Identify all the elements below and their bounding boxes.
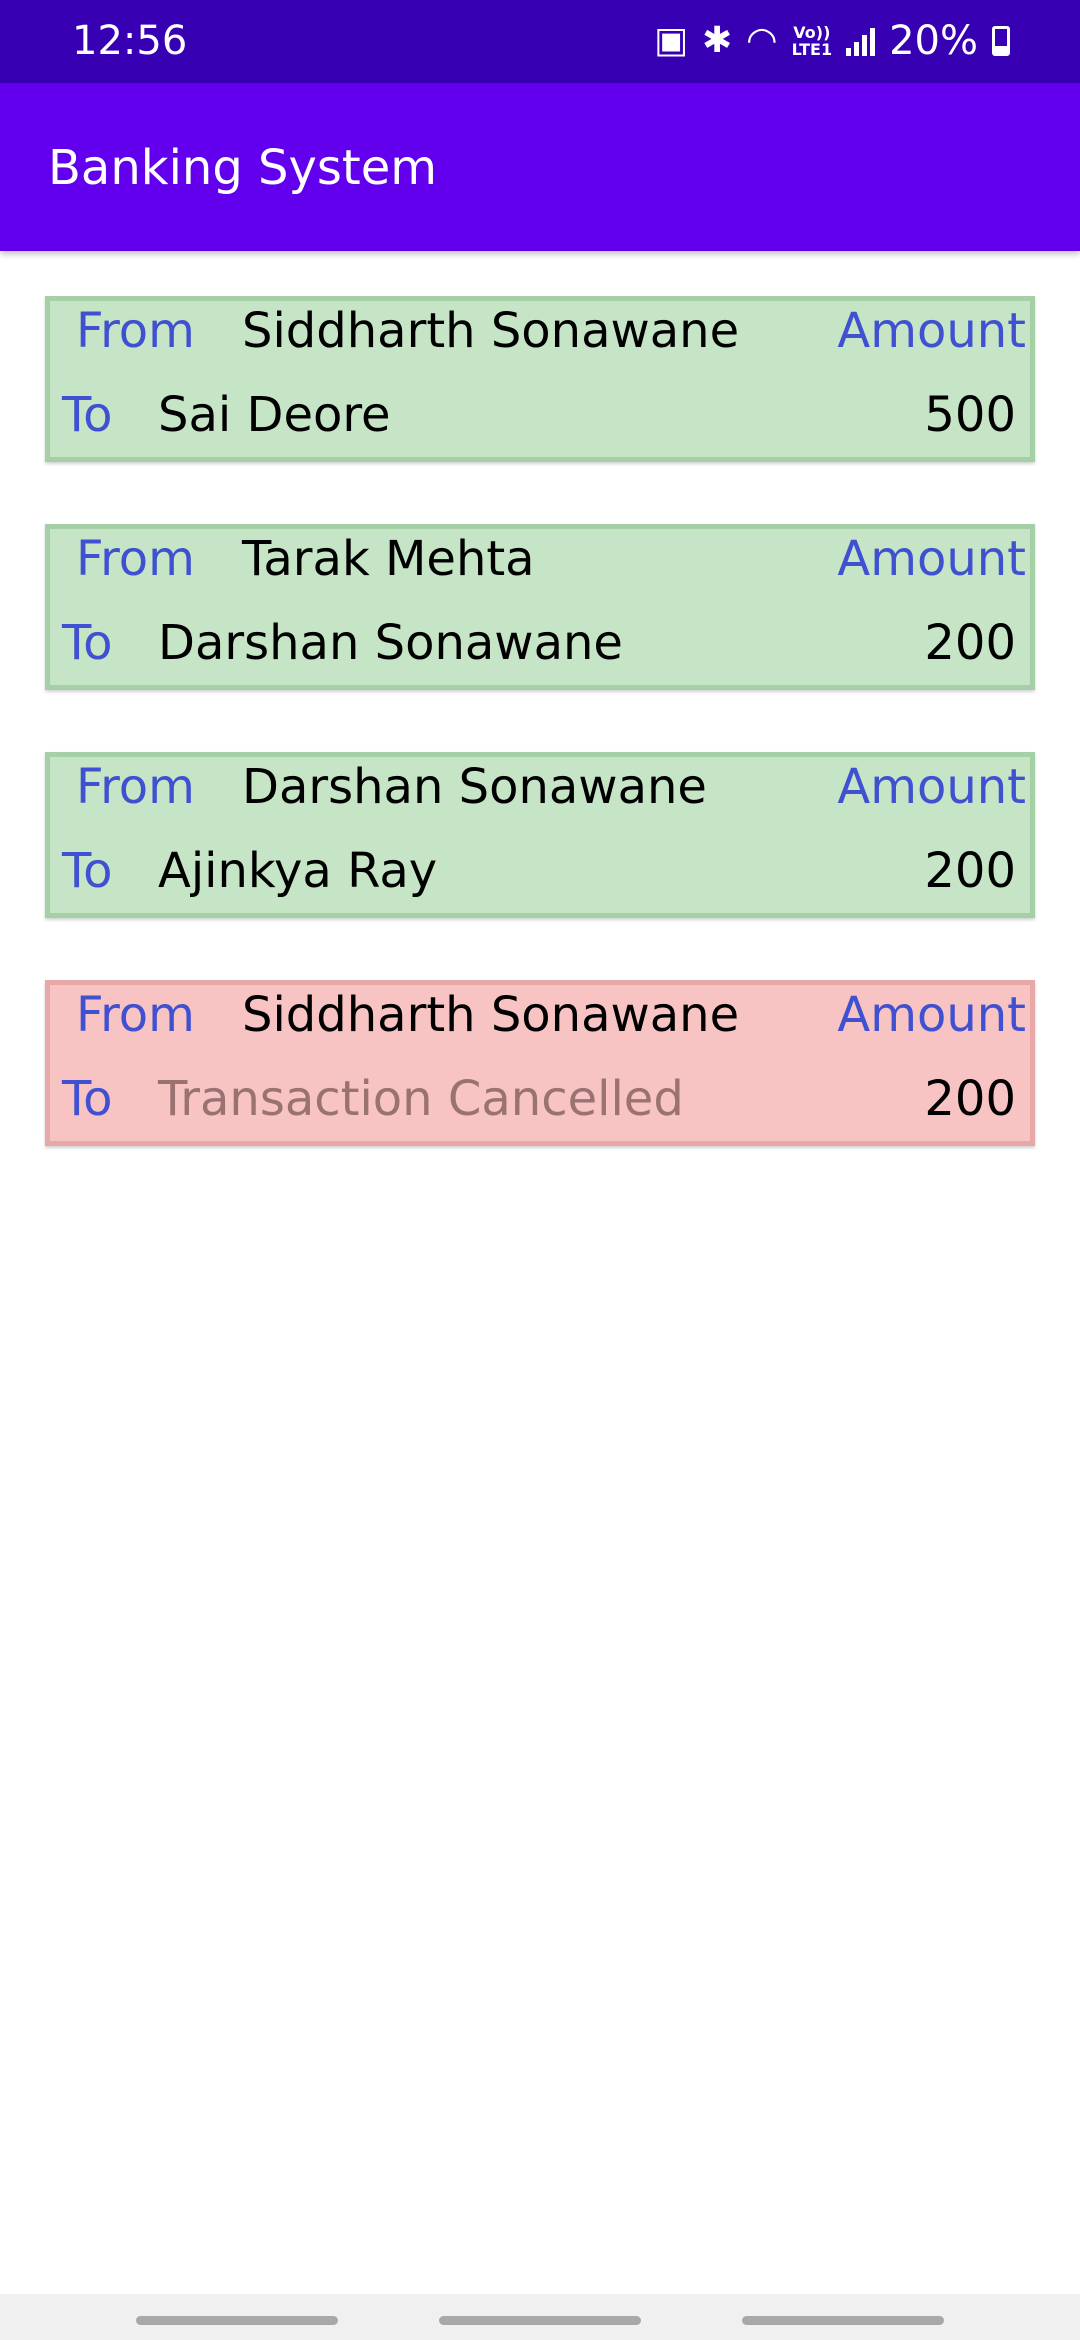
from-name: Siddharth Sonawane	[242, 303, 740, 359]
app-bar: Banking System	[0, 83, 1080, 251]
bluetooth-icon: ✱	[701, 20, 733, 61]
battery-percent: 20%	[889, 18, 978, 64]
amount-label: Amount	[837, 759, 1026, 815]
sim-icon: ▣	[653, 20, 688, 61]
to-name: Ajinkya Ray	[158, 843, 438, 899]
amount-label: Amount	[837, 987, 1026, 1043]
transaction-card[interactable]: From Tarak Mehta Amount To Darshan Sonaw…	[45, 524, 1035, 690]
wifi-icon: ◠	[746, 20, 778, 61]
cancelled-status-text: Transaction Cancelled	[158, 1071, 684, 1127]
from-name: Darshan Sonawane	[242, 759, 707, 815]
from-label: From	[76, 531, 195, 587]
from-name: Tarak Mehta	[242, 531, 535, 587]
volte-icon: Vo)) LTE1	[791, 23, 833, 59]
amount-value: 200	[924, 1071, 1016, 1127]
signal-icon	[846, 26, 876, 56]
from-label: From	[76, 759, 195, 815]
to-label: To	[62, 1071, 113, 1127]
amount-value: 200	[924, 843, 1016, 899]
transaction-card[interactable]: From Darshan Sonawane Amount To Ajinkya …	[45, 752, 1035, 918]
amount-value: 500	[924, 387, 1016, 443]
from-label: From	[76, 303, 195, 359]
from-label: From	[76, 987, 195, 1043]
transaction-card[interactable]: From Siddharth Sonawane Amount To Sai De…	[45, 296, 1035, 462]
system-nav-bar	[0, 2294, 1080, 2340]
nav-recents-button[interactable]	[136, 2316, 338, 2325]
amount-label: Amount	[837, 303, 1026, 359]
nav-home-button[interactable]	[439, 2316, 641, 2325]
to-label: To	[62, 615, 113, 671]
from-name: Siddharth Sonawane	[242, 987, 740, 1043]
to-name: Darshan Sonawane	[158, 615, 623, 671]
battery-icon	[992, 26, 1010, 56]
nav-back-button[interactable]	[742, 2316, 944, 2325]
amount-label: Amount	[837, 531, 1026, 587]
to-label: To	[62, 387, 113, 443]
to-label: To	[62, 843, 113, 899]
transaction-list: From Siddharth Sonawane Amount To Sai De…	[45, 296, 1035, 1208]
page-title: Banking System	[48, 140, 438, 196]
status-bar: 12:56 ▣ ✱ ◠ Vo)) LTE1 20%	[0, 0, 1080, 83]
to-name: Sai Deore	[158, 387, 391, 443]
transaction-card-cancelled[interactable]: From Siddharth Sonawane Amount To Transa…	[45, 980, 1035, 1146]
status-icons: ▣ ✱ ◠ Vo)) LTE1 20%	[654, 16, 1010, 66]
amount-value: 200	[924, 615, 1016, 671]
status-time: 12:56	[72, 18, 188, 64]
